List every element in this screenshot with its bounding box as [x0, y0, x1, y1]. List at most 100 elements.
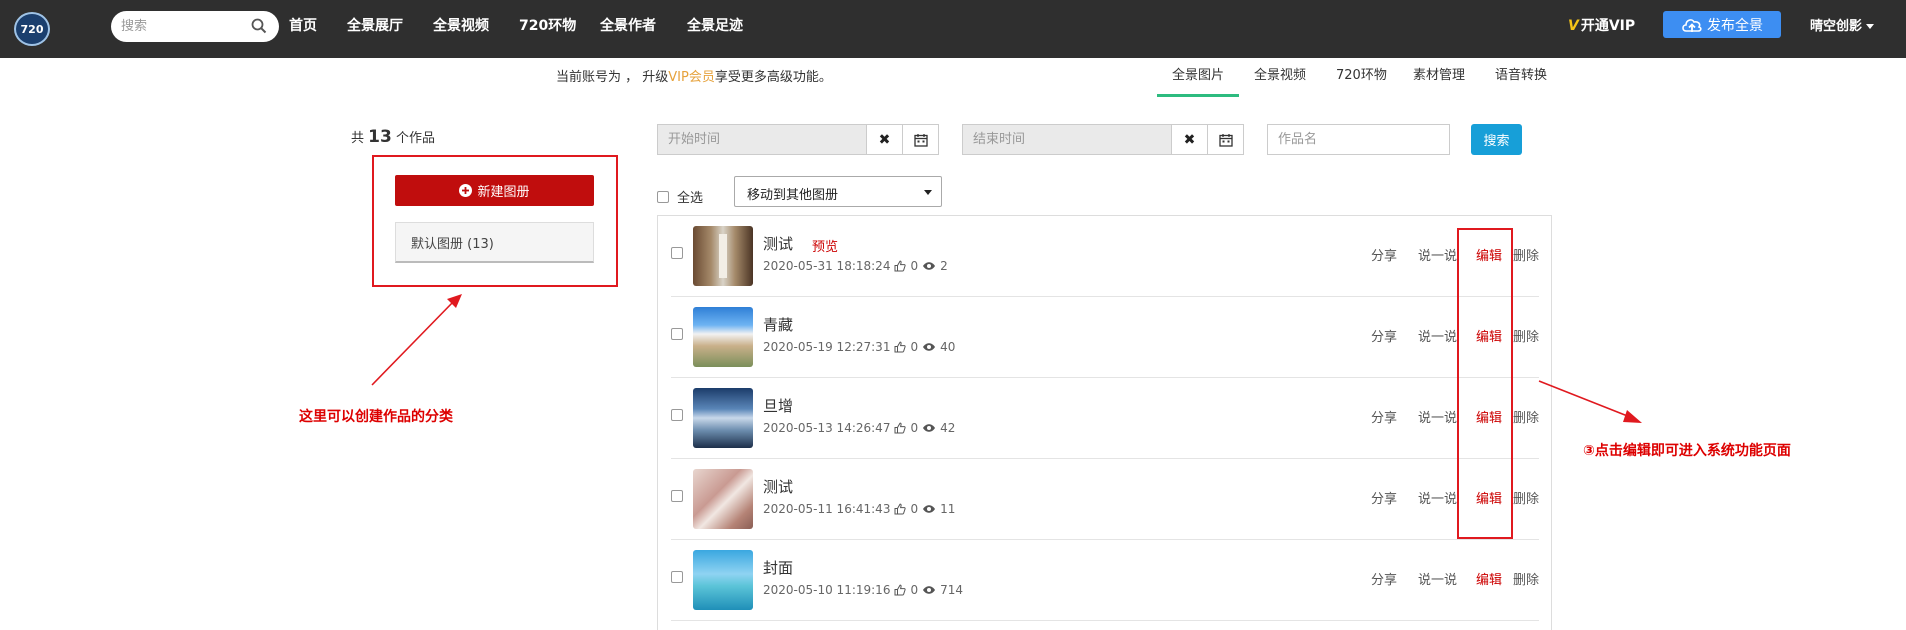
- thumbs-up-icon[interactable]: [894, 584, 907, 596]
- work-meta: 2020-05-13 14:26:47 0 42: [763, 421, 955, 435]
- edit-link[interactable]: 编辑: [1476, 569, 1502, 588]
- share-link[interactable]: 分享: [1371, 488, 1397, 507]
- new-album-label: 新建图册: [477, 185, 530, 200]
- share-link[interactable]: 分享: [1371, 569, 1397, 588]
- select-all-checkbox[interactable]: [657, 190, 669, 203]
- work-thumbnail[interactable]: [693, 550, 753, 610]
- work-title[interactable]: 青藏: [763, 314, 793, 335]
- work-checkbox[interactable]: [671, 571, 683, 583]
- vip-member-link[interactable]: VIP会员: [668, 70, 715, 85]
- work-date: 2020-05-31 18:18:24: [763, 259, 891, 273]
- work-title[interactable]: 旦增: [763, 395, 793, 416]
- delete-link[interactable]: 删除: [1513, 407, 1539, 426]
- user-name: 晴空创影: [1810, 19, 1863, 34]
- work-thumbnail[interactable]: [693, 469, 753, 529]
- preview-link[interactable]: 预览: [812, 236, 838, 255]
- delete-link[interactable]: 删除: [1513, 488, 1539, 507]
- search-icon[interactable]: [251, 18, 267, 34]
- work-checkbox[interactable]: [671, 247, 683, 259]
- thumbs-up-icon[interactable]: [894, 422, 907, 434]
- work-name-field: [1267, 124, 1450, 155]
- like-count: 0: [910, 421, 919, 435]
- share-link[interactable]: 分享: [1371, 245, 1397, 264]
- start-date-input[interactable]: [658, 125, 866, 154]
- move-to-album-select[interactable]: 移动到其他图册: [734, 176, 942, 207]
- work-row: 封面 2020-05-10 11:19:16 0 714 分享 说一说 编辑 删…: [658, 540, 1551, 621]
- annotation-album-hint: 这里可以创建作品的分类: [299, 409, 453, 425]
- thumbs-up-icon[interactable]: [894, 503, 907, 515]
- work-meta: 2020-05-10 11:19:16 0 714: [763, 583, 963, 597]
- top-navbar: 720 首页 全景展厅 全景视频 720环物 全景作者 全景足迹 V开通VIP …: [0, 0, 1906, 58]
- talk-link[interactable]: 说一说: [1418, 245, 1457, 264]
- eye-icon: [923, 586, 936, 594]
- default-album-item[interactable]: 默认图册 (13): [395, 222, 594, 263]
- publish-panorama-button[interactable]: 发布全景: [1663, 11, 1781, 38]
- talk-link[interactable]: 说一说: [1418, 326, 1457, 345]
- talk-link[interactable]: 说一说: [1418, 407, 1457, 426]
- nav-home[interactable]: 首页: [289, 15, 317, 43]
- work-title[interactable]: 测试: [763, 476, 793, 497]
- talk-link[interactable]: 说一说: [1418, 569, 1457, 588]
- delete-link[interactable]: 删除: [1513, 326, 1539, 345]
- work-thumbnail[interactable]: [693, 226, 753, 286]
- calendar-icon[interactable]: [1207, 125, 1243, 154]
- open-vip-link[interactable]: V 开通VIP: [1568, 15, 1635, 35]
- select-all[interactable]: 全选: [657, 187, 703, 206]
- work-title[interactable]: 测试: [763, 233, 793, 254]
- header-search-input[interactable]: [121, 15, 249, 38]
- work-checkbox[interactable]: [671, 328, 683, 340]
- tab-720-object[interactable]: 720环物: [1336, 64, 1387, 83]
- user-menu[interactable]: 晴空创影: [1810, 15, 1875, 34]
- work-row: 青藏 2020-05-19 12:27:31 0 40 分享 说一说 编辑 删除: [658, 297, 1551, 378]
- work-checkbox[interactable]: [671, 490, 683, 502]
- vip-label: 开通VIP: [1580, 18, 1636, 34]
- chevron-down-icon: [1866, 24, 1875, 29]
- end-date-input[interactable]: [963, 125, 1171, 154]
- search-button[interactable]: 搜索: [1471, 124, 1522, 155]
- nav-panorama-authors[interactable]: 全景作者: [600, 15, 656, 43]
- share-link[interactable]: 分享: [1371, 407, 1397, 426]
- nav-panorama-video[interactable]: 全景视频: [433, 15, 489, 43]
- delete-link[interactable]: 删除: [1513, 245, 1539, 264]
- header-search: [111, 11, 279, 42]
- nav-panorama-footprint[interactable]: 全景足迹: [687, 15, 743, 43]
- thumbs-up-icon[interactable]: [894, 341, 907, 353]
- vip-icon: V: [1568, 18, 1579, 34]
- new-album-button[interactable]: 新建图册: [395, 175, 594, 206]
- tab-voice-conversion[interactable]: 语音转换: [1495, 64, 1547, 83]
- work-name-input[interactable]: [1268, 125, 1449, 154]
- calendar-icon[interactable]: [902, 125, 938, 154]
- eye-icon: [923, 505, 936, 513]
- clear-end-date-icon[interactable]: ✖: [1171, 125, 1207, 154]
- talk-link[interactable]: 说一说: [1418, 488, 1457, 507]
- work-thumbnail[interactable]: [693, 307, 753, 367]
- like-count: 0: [910, 502, 919, 516]
- share-link[interactable]: 分享: [1371, 326, 1397, 345]
- view-count: 40: [940, 340, 956, 354]
- delete-link[interactable]: 删除: [1513, 569, 1539, 588]
- count-prefix: 共: [351, 131, 365, 146]
- work-date: 2020-05-19 12:27:31: [763, 340, 891, 354]
- nav-720-object[interactable]: 720环物: [519, 15, 576, 43]
- work-title[interactable]: 封面: [763, 557, 793, 578]
- work-meta: 2020-05-11 16:41:43 0 11: [763, 502, 955, 516]
- count-number: 13: [368, 127, 392, 147]
- start-date-field: ✖: [657, 124, 939, 155]
- works-list: 测试 预览 2020-05-31 18:18:24 0 2 分享 说一说 编辑 …: [657, 215, 1552, 630]
- thumbs-up-icon[interactable]: [894, 260, 907, 272]
- tab-panorama-video[interactable]: 全景视频: [1254, 64, 1306, 83]
- dropdown-arrow-icon: [924, 190, 932, 195]
- tab-panorama-images[interactable]: 全景图片: [1172, 64, 1224, 83]
- clear-start-date-icon[interactable]: ✖: [866, 125, 902, 154]
- eye-icon: [923, 424, 936, 432]
- end-date-field: ✖: [962, 124, 1244, 155]
- site-logo[interactable]: 720: [14, 12, 50, 46]
- logo-text: 720: [20, 22, 44, 36]
- nav-panorama-hall[interactable]: 全景展厅: [347, 15, 403, 43]
- like-count: 0: [910, 340, 919, 354]
- work-thumbnail[interactable]: [693, 388, 753, 448]
- work-date: 2020-05-13 14:26:47: [763, 421, 891, 435]
- work-checkbox[interactable]: [671, 409, 683, 421]
- work-row: 测试 预览 2020-05-31 18:18:24 0 2 分享 说一说 编辑 …: [658, 216, 1551, 297]
- tab-material-management[interactable]: 素材管理: [1413, 64, 1465, 83]
